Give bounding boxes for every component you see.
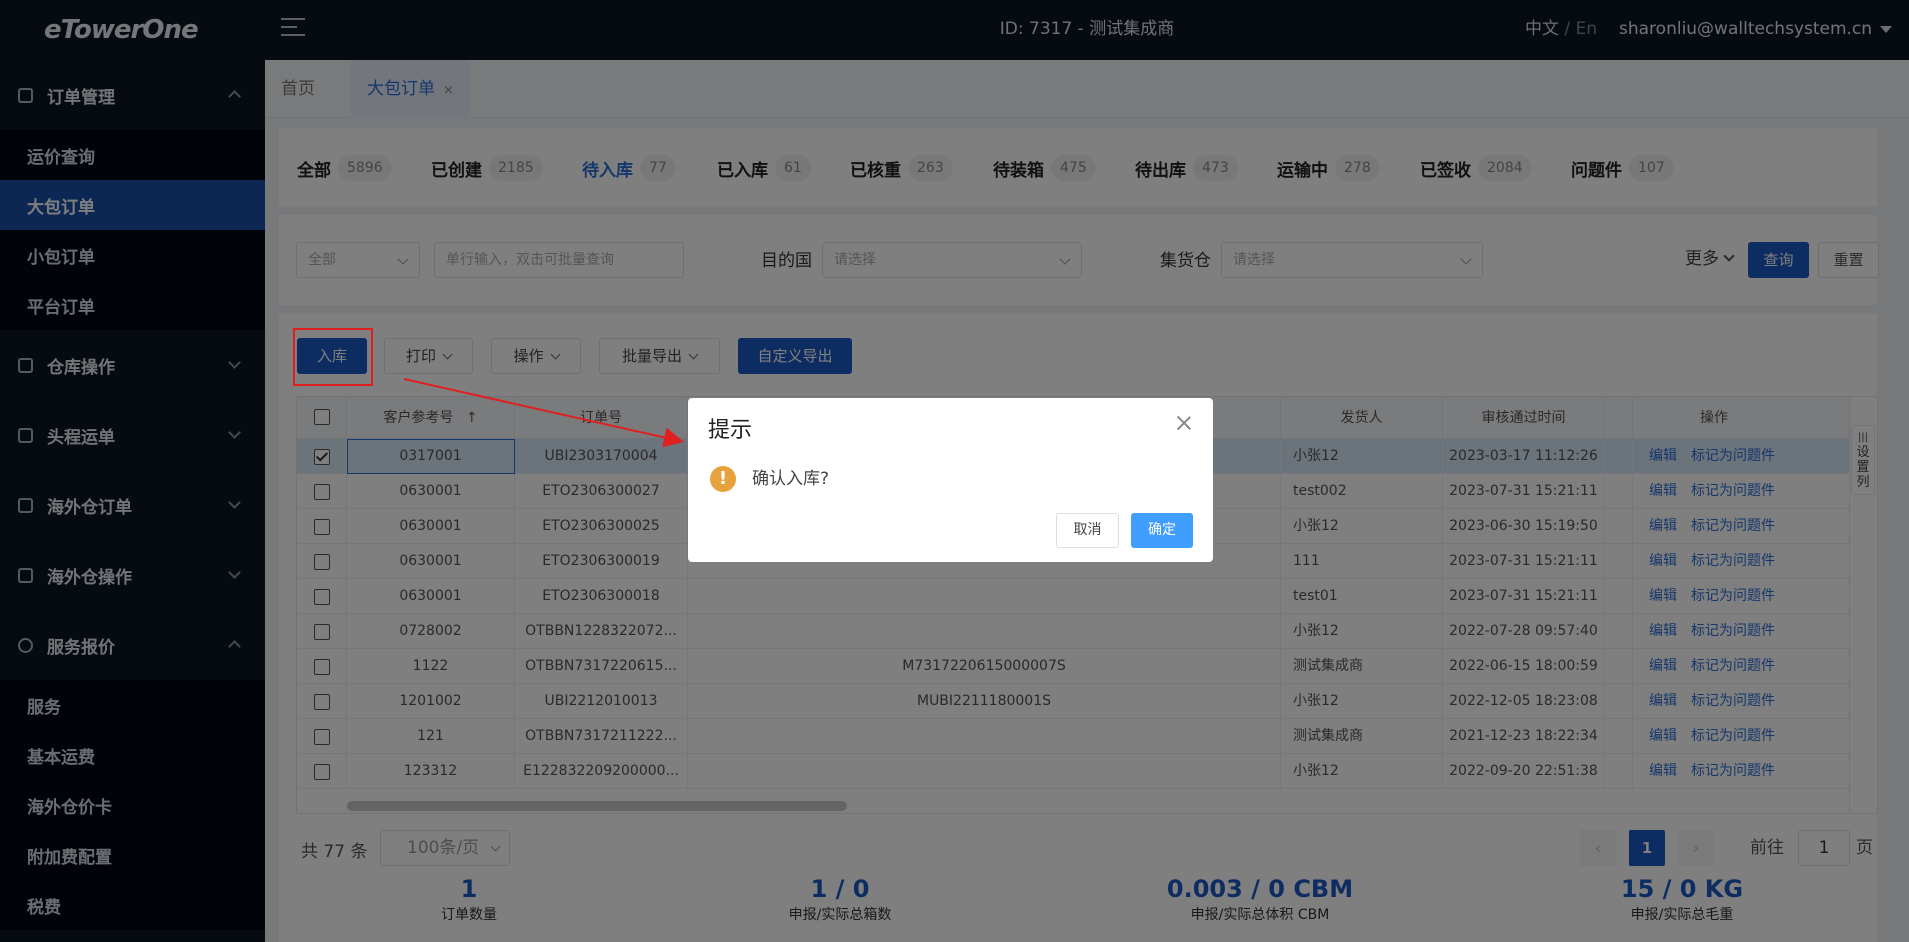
- cancel-button[interactable]: 取消: [1056, 513, 1119, 548]
- dialog-title: 提示: [708, 418, 753, 443]
- app-root: eTowerOne 订单管理 运价查询 大包订单 小包订单 平台订单 仓库操作 …: [0, 0, 1909, 942]
- dialog-message: 确认入库?: [752, 469, 830, 489]
- warning-icon: !: [710, 466, 736, 492]
- annotation-highlight-box: [293, 328, 373, 386]
- confirm-dialog: 提示 ! 确认入库? 取消 确定: [688, 398, 1213, 562]
- close-icon[interactable]: [1175, 414, 1193, 432]
- confirm-button[interactable]: 确定: [1131, 513, 1193, 548]
